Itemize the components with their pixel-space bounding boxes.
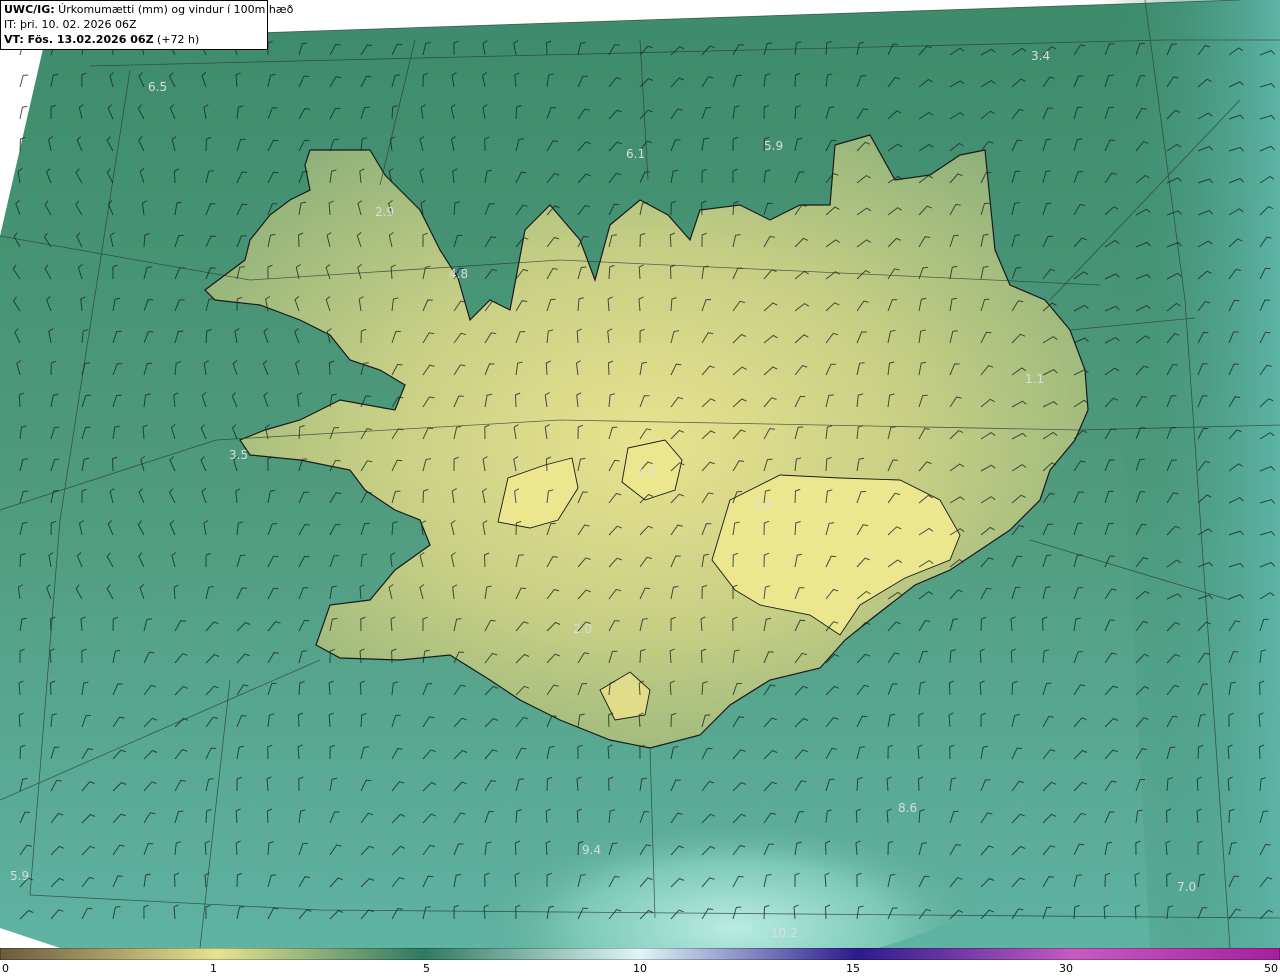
- colorbar-tick-1: 1: [210, 962, 217, 975]
- value-label-south-sea: 10.2: [771, 926, 798, 940]
- colorbar-tick-50: 50: [1264, 962, 1278, 975]
- precipitation-map: 6.5 3.4 6.1 5.9 2.9 4.8 1.1 3.5 1.2 1.0 …: [0, 0, 1280, 948]
- value-label-vatnajokull: 1.0: [753, 498, 772, 512]
- valid-time-value: Fös. 13.02.2026 06Z: [23, 33, 154, 46]
- colorbar: [0, 948, 1280, 960]
- value-label-east: 1.1: [1025, 372, 1044, 386]
- value-label-north-1: 6.1: [626, 147, 645, 161]
- product-label: UWC/IG:: [4, 3, 55, 16]
- value-label-sw-corner: 5.9: [10, 869, 29, 883]
- init-time-row: IT: þri. 10. 02. 2026 06Z: [4, 17, 264, 32]
- value-label-se-sea: 7.0: [1177, 880, 1196, 894]
- valid-time-row: VT: Fös. 13.02.2026 06Z (+72 h): [4, 32, 264, 47]
- value-label-north-2: 5.9: [764, 139, 783, 153]
- value-label-hofsjokull: 1.2: [637, 465, 656, 479]
- value-label-south: 2.0: [573, 622, 592, 636]
- wind-barb: [19, 74, 29, 88]
- map-info-box: UWC/IG: Úrkomumætti (mm) og vindur í 100…: [0, 0, 293, 50]
- colorbar-tick-10: 10: [633, 962, 647, 975]
- value-label-westfjords: 2.9: [375, 205, 394, 219]
- init-time-label: IT:: [4, 18, 17, 31]
- init-time-value: þri. 10. 02. 2026 06Z: [16, 18, 137, 31]
- valid-time-label: VT:: [4, 33, 24, 46]
- colorbar-tick-5: 5: [423, 962, 430, 975]
- value-label-se-offshore: 8.6: [898, 801, 917, 815]
- wind-barb: [19, 105, 28, 120]
- value-label-west-coast: 4.8: [449, 267, 468, 281]
- colorbar-tick-0: 0: [2, 962, 9, 975]
- lead-time: (+72 h): [153, 33, 200, 46]
- colorbar-tick-15: 15: [846, 962, 860, 975]
- value-label-snaefellsnes: 3.5: [229, 448, 248, 462]
- value-label-s-offshore: 9.4: [582, 843, 601, 857]
- value-label-ne-sea: 3.4: [1031, 49, 1050, 63]
- title-row: UWC/IG: Úrkomumætti (mm) og vindur í 100…: [4, 2, 293, 17]
- colorbar-tick-30: 30: [1059, 962, 1073, 975]
- colorbar-labels: 0 1 5 10 15 30 50: [0, 961, 1280, 978]
- value-label-nw-sea: 6.5: [148, 80, 167, 94]
- field-title: Úrkomumætti (mm) og vindur í 100m hæð: [54, 3, 294, 16]
